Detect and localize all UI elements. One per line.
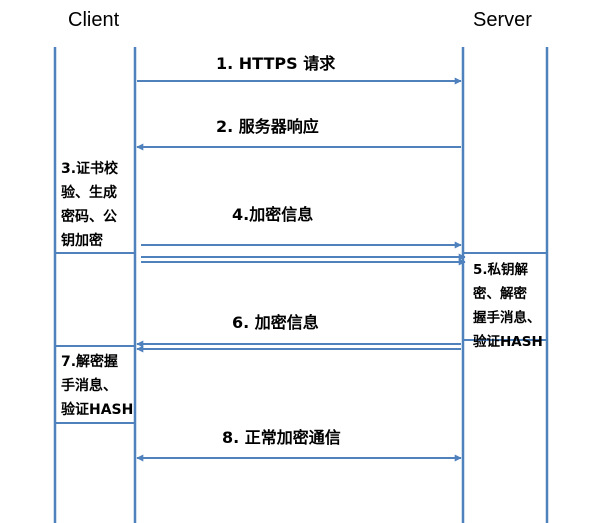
activation-box-3-line: 密码、公 <box>61 209 117 225</box>
message-6-label: 6. 加密信息 <box>232 313 319 332</box>
message-8-label: 8. 正常加密通信 <box>222 428 341 447</box>
activation-box-5-line: 密、解密 <box>473 286 527 302</box>
activation-box-7-line: 7.解密握 <box>61 354 119 370</box>
server-actor-label: Server <box>473 9 532 31</box>
activation-box-7-line: 手消息、 <box>61 378 117 394</box>
activation-box-5-line: 5.私钥解 <box>473 262 529 278</box>
activation-box-5-line: 验证HASH <box>473 334 543 350</box>
activation-box-7-line: 验证HASH <box>61 402 134 418</box>
activation-box-3-line: 3.证书校 <box>61 161 119 177</box>
activation-box-3-line: 验、生成 <box>61 185 117 201</box>
activation-box-5-line: 握手消息、 <box>473 310 541 326</box>
message-4-label: 4.加密信息 <box>232 205 314 224</box>
activation-box-3-line: 钥加密 <box>61 233 103 249</box>
client-actor-label: Client <box>68 9 120 31</box>
activation-box-5: 5.私钥解 密、解密 握手消息、 验证HASH <box>473 258 543 354</box>
message-1-label: 1. HTTPS 请求 <box>216 54 336 73</box>
message-2-label: 2. 服务器响应 <box>216 117 319 136</box>
sequence-diagram: Client Server 1. HTTPS 请求 2. 服务器响应 4.加密信… <box>0 0 611 523</box>
activation-box-7: 7.解密握 手消息、 验证HASH <box>61 350 133 422</box>
activation-box-3: 3.证书校 验、生成 密码、公 钥加密 <box>61 157 118 253</box>
